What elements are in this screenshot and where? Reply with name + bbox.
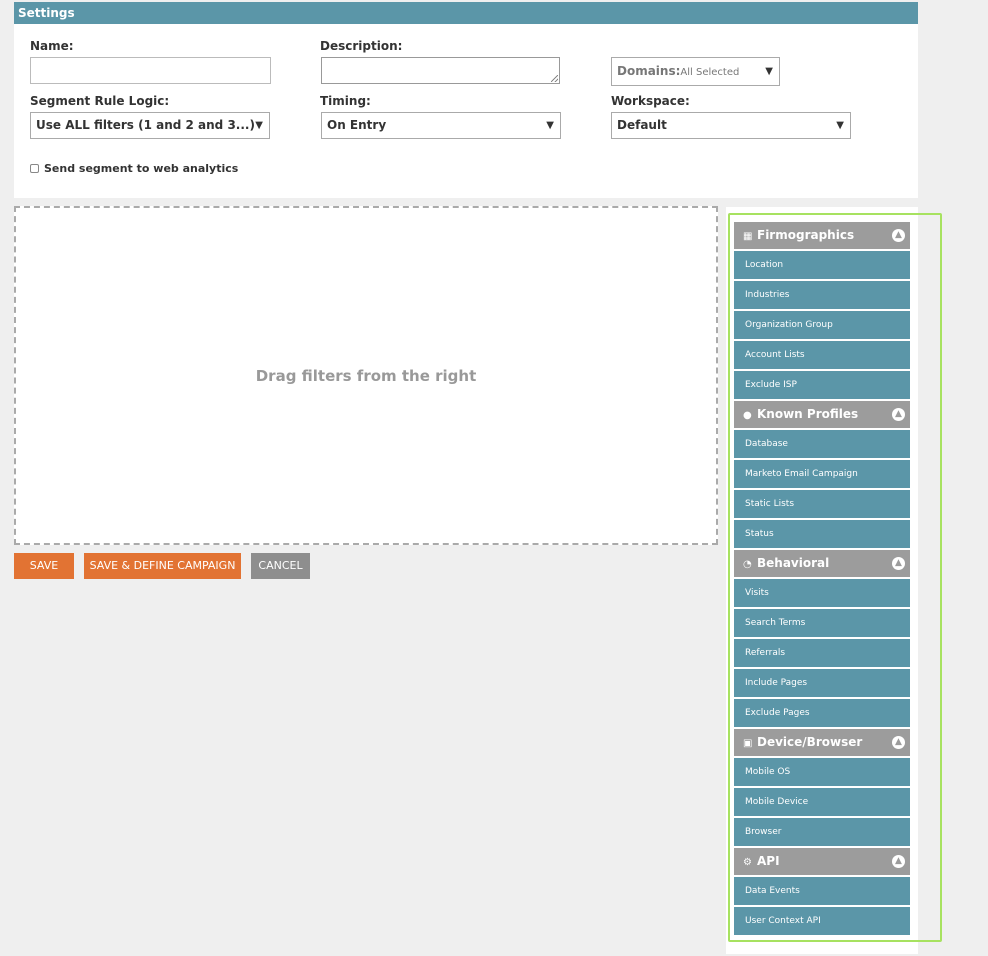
filter-group-title: Known Profiles bbox=[757, 407, 859, 421]
filter-group-header[interactable]: ▦ Firmographics ▲ bbox=[734, 222, 910, 249]
behavior-icon: ◔ bbox=[743, 559, 752, 570]
description-input[interactable] bbox=[321, 57, 560, 84]
filter-item[interactable]: Include Pages bbox=[734, 669, 910, 697]
filter-group-header[interactable]: ⚙ API ▲ bbox=[734, 848, 910, 875]
collapse-arrow-up-icon[interactable]: ▲ bbox=[892, 736, 905, 749]
timing-value: On Entry bbox=[327, 118, 387, 132]
save-define-campaign-button[interactable]: SAVE & DEFINE CAMPAIGN bbox=[84, 553, 241, 579]
workspace-label: Workspace: bbox=[611, 94, 690, 108]
domains-value: All Selected bbox=[680, 67, 740, 78]
collapse-arrow-up-icon[interactable]: ▲ bbox=[892, 408, 905, 421]
filter-item[interactable]: Exclude Pages bbox=[734, 699, 910, 727]
cancel-button[interactable]: CANCEL bbox=[251, 553, 310, 579]
collapse-arrow-up-icon[interactable]: ▲ bbox=[892, 229, 905, 242]
filter-item[interactable]: Browser bbox=[734, 818, 910, 846]
gears-icon: ⚙ bbox=[743, 857, 752, 868]
web-analytics-label[interactable]: Send segment to web analytics bbox=[44, 162, 238, 175]
filter-item[interactable]: Marketo Email Campaign bbox=[734, 460, 910, 488]
collapse-arrow-up-icon[interactable]: ▲ bbox=[892, 557, 905, 570]
person-icon: ● bbox=[743, 410, 752, 421]
timing-select[interactable]: On Entry ▼ bbox=[321, 112, 561, 139]
settings-panel: Settings Name: Description: Domains:All … bbox=[14, 2, 918, 198]
filter-item[interactable]: Visits bbox=[734, 579, 910, 607]
filter-item[interactable]: Account Lists bbox=[734, 341, 910, 369]
filter-group-title: Firmographics bbox=[757, 228, 855, 242]
save-button[interactable]: SAVE bbox=[14, 553, 74, 579]
web-analytics-row: Send segment to web analytics bbox=[30, 162, 238, 175]
filter-group-title: API bbox=[757, 854, 780, 868]
filter-group-header[interactable]: ◔ Behavioral ▲ bbox=[734, 550, 910, 577]
filter-item[interactable]: Data Events bbox=[734, 877, 910, 905]
workspace-value: Default bbox=[617, 118, 667, 132]
filter-item[interactable]: Referrals bbox=[734, 639, 910, 667]
rule-logic-select[interactable]: Use ALL filters (1 and 2 and 3...) ▼ bbox=[30, 112, 270, 139]
filter-group-header[interactable]: ● Known Profiles ▲ bbox=[734, 401, 910, 428]
domains-select[interactable]: Domains:All Selected ▼ bbox=[611, 57, 780, 86]
filter-item[interactable]: User Context API bbox=[734, 907, 910, 935]
filter-item[interactable]: Mobile OS bbox=[734, 758, 910, 786]
filter-item[interactable]: Static Lists bbox=[734, 490, 910, 518]
collapse-arrow-up-icon[interactable]: ▲ bbox=[892, 855, 905, 868]
filter-item[interactable]: Search Terms bbox=[734, 609, 910, 637]
name-input[interactable] bbox=[30, 57, 271, 84]
filter-item[interactable]: Status bbox=[734, 520, 910, 548]
description-label: Description: bbox=[320, 39, 403, 53]
filter-list: ▦ Firmographics ▲ Location Industries Organiz… bbox=[734, 222, 910, 937]
filter-group-header[interactable]: ▣ Device/Browser ▲ bbox=[734, 729, 910, 756]
resize-grip-icon[interactable] bbox=[551, 75, 558, 82]
filter-drop-zone[interactable]: Drag filters from the right bbox=[14, 206, 718, 545]
workspace-select[interactable]: Default ▼ bbox=[611, 112, 851, 139]
filter-group-title: Device/Browser bbox=[757, 735, 863, 749]
filter-item[interactable]: Industries bbox=[734, 281, 910, 309]
building-icon: ▦ bbox=[743, 231, 753, 242]
chevron-down-icon: ▼ bbox=[255, 120, 263, 131]
domains-label: Domains: bbox=[617, 64, 681, 78]
browser-icon: ▣ bbox=[743, 738, 753, 749]
chevron-down-icon: ▼ bbox=[836, 120, 844, 131]
rule-logic-value: Use ALL filters (1 and 2 and 3...) bbox=[36, 118, 255, 132]
filter-group-title: Behavioral bbox=[757, 556, 830, 570]
filter-item[interactable]: Organization Group bbox=[734, 311, 910, 339]
settings-header: Settings bbox=[14, 2, 918, 24]
filter-item[interactable]: Database bbox=[734, 430, 910, 458]
drop-zone-hint: Drag filters from the right bbox=[255, 366, 477, 385]
chevron-down-icon: ▼ bbox=[546, 120, 554, 131]
rule-logic-label: Segment Rule Logic: bbox=[30, 94, 170, 108]
filter-item[interactable]: Exclude ISP bbox=[734, 371, 910, 399]
filter-item[interactable]: Mobile Device bbox=[734, 788, 910, 816]
chevron-down-icon: ▼ bbox=[765, 66, 773, 77]
name-label: Name: bbox=[30, 39, 74, 53]
filter-item[interactable]: Location bbox=[734, 251, 910, 279]
web-analytics-checkbox[interactable] bbox=[30, 164, 39, 173]
timing-label: Timing: bbox=[320, 94, 371, 108]
